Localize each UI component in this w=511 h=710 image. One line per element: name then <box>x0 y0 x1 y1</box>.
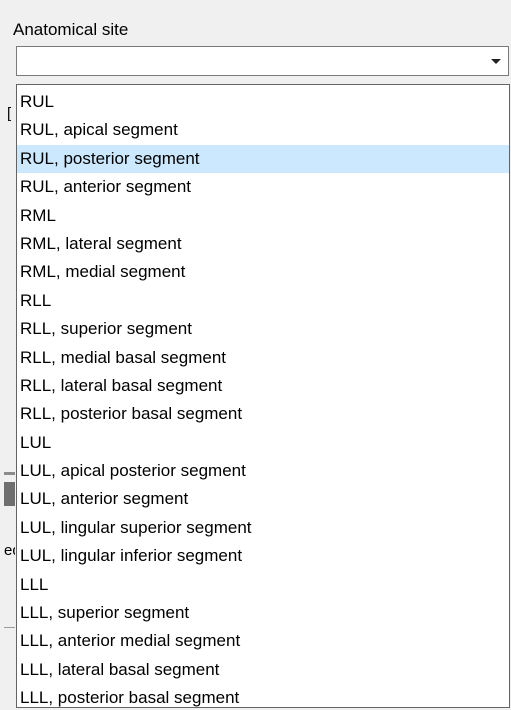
anatomical-site-label: Anatomical site <box>13 20 129 39</box>
dropdown-option[interactable]: RLL, medial basal segment <box>17 344 509 372</box>
dropdown-option[interactable]: RML <box>17 202 509 230</box>
dropdown-option[interactable]: RUL <box>17 88 509 116</box>
background-divider <box>4 472 15 475</box>
dropdown-option[interactable]: RUL, anterior segment <box>17 173 509 201</box>
anatomical-site-dropdown-list[interactable]: RUL RUL, apical segment RUL, posterior seg… <box>16 84 510 708</box>
dropdown-option[interactable]: RUL, posterior segment <box>17 144 509 174</box>
dropdown-option[interactable]: RML, lateral segment <box>17 230 509 258</box>
dropdown-option[interactable]: LUL <box>17 429 509 457</box>
background-label-fragment: [ <box>7 105 12 122</box>
chevron-down-icon[interactable] <box>491 59 501 64</box>
dropdown-option[interactable]: RLL, lateral basal segment <box>17 372 509 400</box>
dropdown-option[interactable]: RUL, apical segment <box>17 116 509 144</box>
background-divider <box>4 627 15 628</box>
dropdown-option[interactable]: RML, medial segment <box>17 258 509 286</box>
anatomical-site-combobox[interactable] <box>16 46 509 76</box>
dropdown-option[interactable]: LLL, lateral basal segment <box>17 656 509 684</box>
dropdown-option[interactable]: LLL, anterior medial segment <box>17 627 509 655</box>
background-label-fragment: ed <box>4 542 15 559</box>
dropdown-option[interactable]: LUL, anterior segment <box>17 485 509 513</box>
dropdown-option[interactable]: RLL, posterior basal segment <box>17 400 509 428</box>
background-control-edge <box>4 482 15 506</box>
dropdown-option[interactable]: RLL <box>17 287 509 315</box>
dropdown-option[interactable]: RLL, superior segment <box>17 315 509 343</box>
dropdown-option[interactable]: LUL, lingular superior segment <box>17 514 509 542</box>
dropdown-option[interactable]: LLL <box>17 571 509 599</box>
dropdown-option[interactable]: LUL, apical posterior segment <box>17 457 509 485</box>
dropdown-option[interactable]: LUL, lingular inferior segment <box>17 542 509 570</box>
dropdown-option[interactable]: LLL, superior segment <box>17 599 509 627</box>
dropdown-option[interactable]: LLL, posterior basal segment <box>17 684 509 707</box>
